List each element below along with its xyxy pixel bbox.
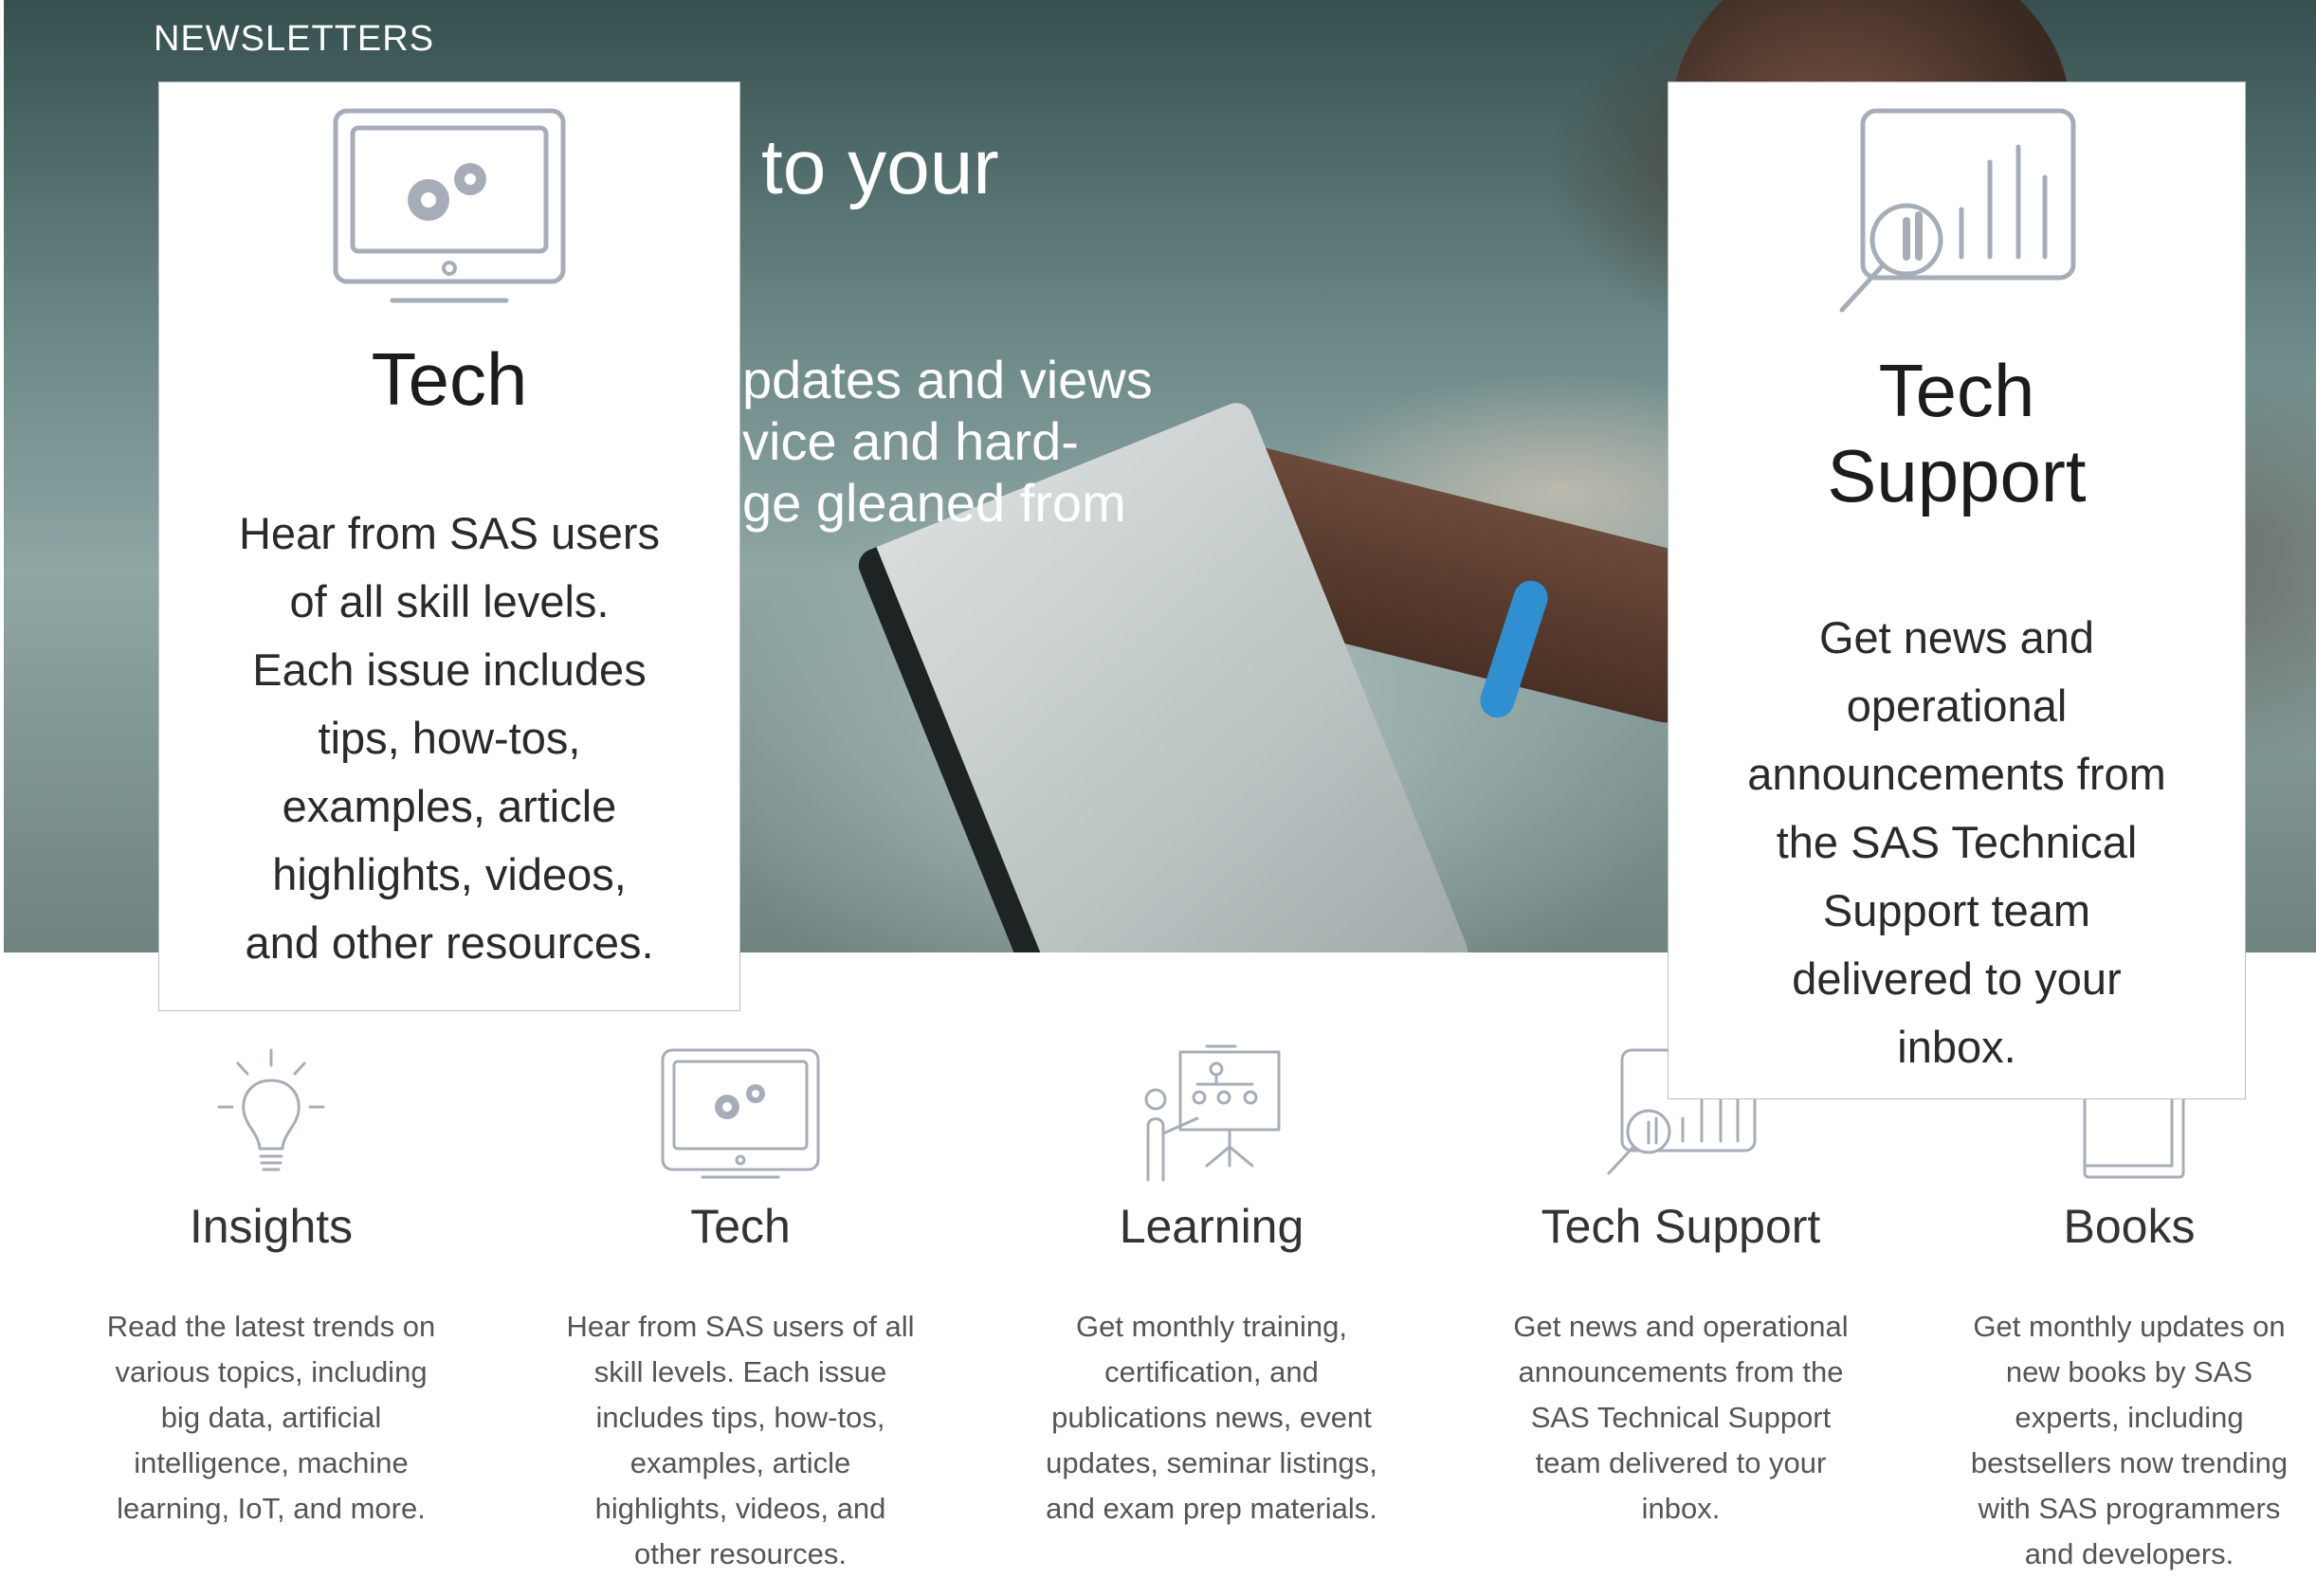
popover-tech-support[interactable]: Tech Support Get news and operational an… <box>1668 82 2246 1099</box>
popover-description: Get news and operational announcements f… <box>1747 612 2166 1072</box>
popover-tech[interactable]: Tech Hear from SAS users of all skill le… <box>158 82 740 1011</box>
newsletter-card-books[interactable]: Books Get monthly updates on new books b… <box>1942 1043 2316 1577</box>
section-label: NEWSLETTERS <box>154 19 435 59</box>
card-title: Learning <box>1119 1200 1304 1253</box>
newsletter-card-tech-support[interactable]: Tech Support Get news and operational an… <box>1472 1043 1889 1532</box>
card-description: Read the latest trends on various topics… <box>106 1310 436 1525</box>
card-description: Get monthly training, certification, and… <box>1046 1310 1377 1525</box>
hero-body-line: ge gleaned from <box>742 473 1126 533</box>
newsletter-card-insights[interactable]: Insights Read the latest trends on vario… <box>63 1043 480 1532</box>
analytics-magnifier-icon <box>1839 108 2076 313</box>
newsletter-card-tech[interactable]: Tech Hear from SAS users of all skill le… <box>532 1043 949 1577</box>
popover-title: Tech <box>371 337 528 421</box>
card-title: Tech Support <box>1541 1200 1821 1253</box>
card-title: Insights <box>189 1200 354 1253</box>
hero-body-line: pdates and views <box>742 350 1153 409</box>
card-title: Books <box>2063 1200 2196 1253</box>
card-title: Tech <box>690 1200 791 1253</box>
hero-heading: to your <box>761 124 999 210</box>
presenter-board-icon <box>1144 1044 1281 1182</box>
lightbulb-icon <box>217 1048 325 1171</box>
hero-body-line: vice and hard- <box>742 411 1079 471</box>
monitor-gears-icon <box>333 108 566 303</box>
popover-title: Tech Support <box>1827 349 2087 517</box>
monitor-gears-icon <box>661 1048 820 1179</box>
popover-description: Hear from SAS users of all skill levels.… <box>238 508 661 968</box>
card-description: Hear from SAS users of all skill levels.… <box>566 1310 915 1570</box>
newsletter-card-learning[interactable]: Learning Get monthly training, certifica… <box>1003 1043 1420 1532</box>
card-description: Get monthly updates on new books by SAS … <box>1970 1310 2289 1570</box>
card-description: Get news and operational announcements f… <box>1513 1310 1849 1525</box>
